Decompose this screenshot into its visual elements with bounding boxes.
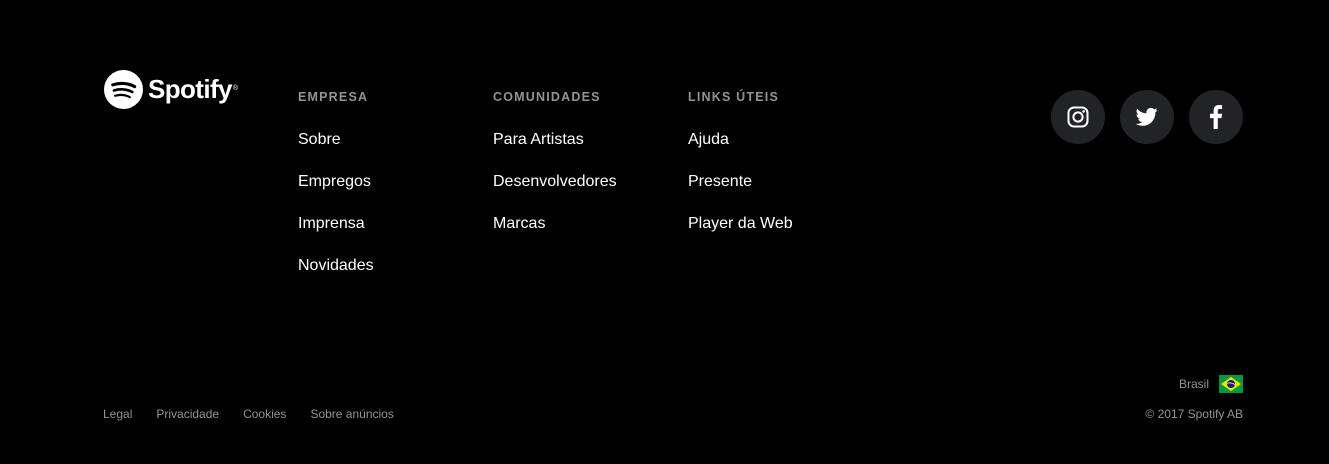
column-heading: COMUNIDADES (493, 90, 601, 104)
footer-link-sobre[interactable]: Sobre (298, 130, 341, 150)
instagram-button[interactable] (1051, 90, 1105, 144)
instagram-icon (1067, 106, 1089, 128)
link-list: Ajuda Presente Player da Web (688, 130, 793, 256)
cookies-link[interactable]: Cookies (243, 406, 286, 422)
registered-mark: ® (232, 85, 239, 92)
legal-links: Legal Privacidade Cookies Sobre anúncios (103, 406, 394, 422)
privacy-link[interactable]: Privacidade (156, 406, 219, 422)
footer-link-empregos[interactable]: Empregos (298, 172, 371, 192)
spotify-logo-icon (104, 70, 143, 109)
copyright-text: © 2017 Spotify AB (1145, 407, 1243, 421)
twitter-button[interactable] (1120, 90, 1174, 144)
legal-link[interactable]: Legal (103, 406, 132, 422)
link-list: Para Artistas Desenvolvedores Marcas (493, 130, 617, 256)
footer-column-comunidades: COMUNIDADES Para Artistas Desenvolvedore… (493, 90, 617, 256)
link-list: Sobre Empregos Imprensa Novidades (298, 130, 374, 298)
facebook-icon (1210, 105, 1223, 129)
logo-wordmark: Spotify (148, 74, 233, 104)
about-ads-link[interactable]: Sobre anúncios (310, 406, 393, 422)
country-label: Brasil (1178, 377, 1209, 391)
footer-link-para-artistas[interactable]: Para Artistas (493, 130, 584, 150)
social-links (1051, 90, 1243, 144)
column-heading: EMPRESA (298, 90, 369, 104)
footer-link-desenvolvedores[interactable]: Desenvolvedores (493, 172, 617, 192)
footer-link-imprensa[interactable]: Imprensa (298, 214, 365, 234)
footer-column-empresa: EMPRESA Sobre Empregos Imprensa Novidade… (298, 90, 374, 298)
footer-column-links-uteis: LINKS ÚTEIS Ajuda Presente Player da Web (688, 90, 793, 256)
country-selector[interactable]: Brasil (1179, 375, 1243, 393)
spotify-logo[interactable]: Spotify ® (104, 70, 238, 109)
column-heading: LINKS ÚTEIS (688, 90, 779, 104)
footer-link-presente[interactable]: Presente (688, 172, 752, 192)
twitter-icon (1136, 107, 1158, 126)
brazil-flag-icon (1219, 375, 1243, 393)
footer-link-marcas[interactable]: Marcas (493, 214, 545, 234)
facebook-button[interactable] (1189, 90, 1243, 144)
footer-link-novidades[interactable]: Novidades (298, 256, 374, 276)
footer-link-player-da-web[interactable]: Player da Web (688, 214, 793, 234)
footer-link-ajuda[interactable]: Ajuda (688, 130, 729, 150)
